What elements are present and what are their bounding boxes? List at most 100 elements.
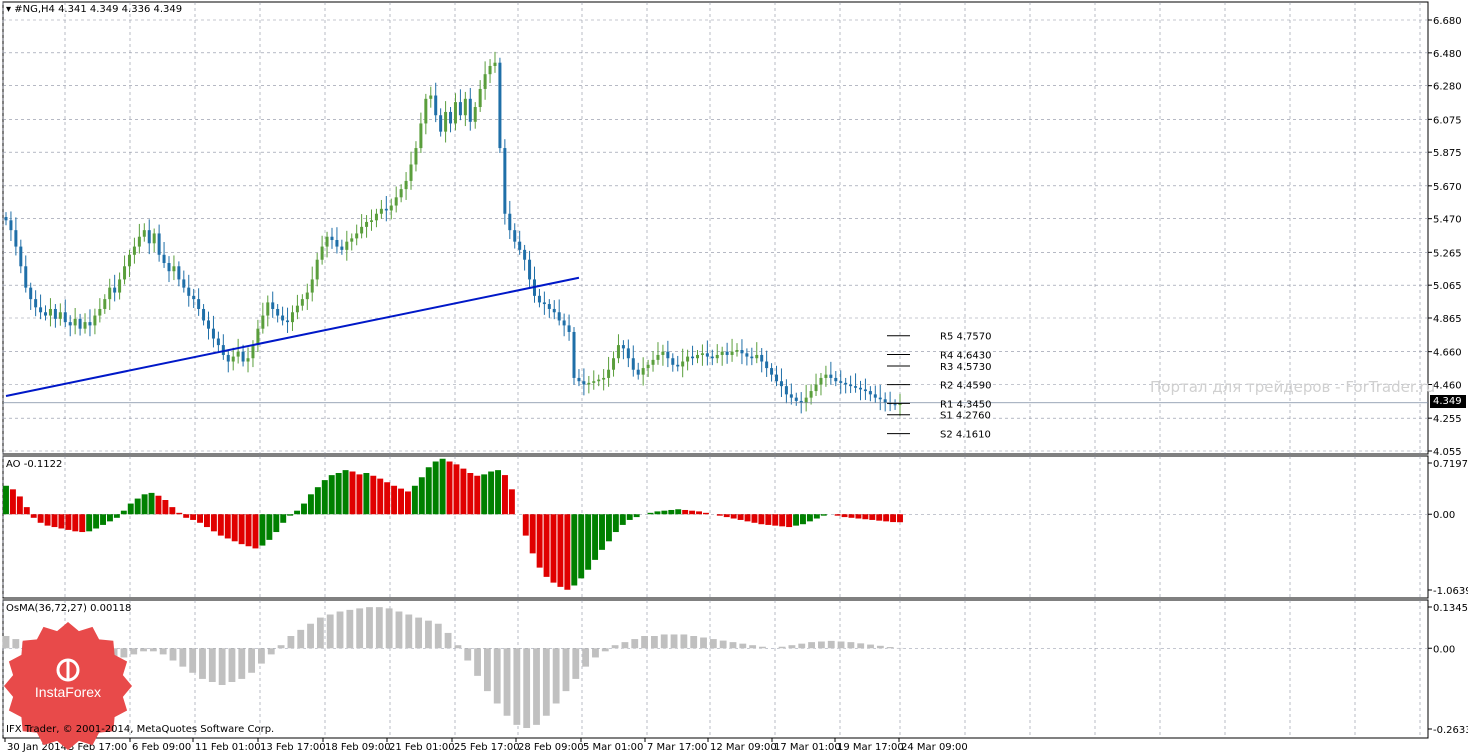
candle-body xyxy=(528,259,532,280)
candle-body xyxy=(261,315,265,329)
candle-body xyxy=(710,356,714,359)
candle-body xyxy=(389,205,393,211)
price-tick-label: 4.460 xyxy=(1433,381,1462,392)
candle-body xyxy=(582,381,586,385)
candle-body xyxy=(725,351,729,355)
candle-body xyxy=(740,350,744,354)
candle-body xyxy=(592,381,596,383)
candle-body xyxy=(246,358,250,362)
candle-body xyxy=(676,364,680,367)
candle-body xyxy=(868,391,872,395)
candle-body xyxy=(858,387,862,390)
candle-body xyxy=(315,259,319,280)
candle-body xyxy=(775,374,779,382)
ao-axis-label: -1.0639 xyxy=(1433,586,1468,597)
candle-body xyxy=(587,382,591,385)
price-tick-label: 5.265 xyxy=(1433,248,1462,259)
price-tick-label: 6.075 xyxy=(1433,115,1462,126)
candle-body xyxy=(295,305,299,313)
candle-body xyxy=(350,238,354,242)
pivot-level-label: R4 4.6430 xyxy=(940,350,991,361)
candle-body xyxy=(44,312,48,316)
candle-body xyxy=(829,374,833,378)
candle-body xyxy=(345,241,349,250)
candle-body xyxy=(310,279,314,293)
time-axis-label: 17 Mar 01:00 xyxy=(774,742,841,753)
candle-body xyxy=(281,315,285,321)
candle-body xyxy=(439,115,443,132)
chart-canvas: 6.680 6.480 6.280 6.075 5.875 5.670 5.470 5.265… xyxy=(2,1,1468,753)
candle-body xyxy=(118,279,122,293)
candle-body xyxy=(370,220,374,222)
candle-body xyxy=(552,308,556,313)
time-axis-label: 19 Mar 17:00 xyxy=(837,742,904,753)
candle-body xyxy=(266,302,270,316)
candle-body xyxy=(271,302,275,309)
candle-body xyxy=(290,312,294,323)
price-tick-label: 4.865 xyxy=(1433,314,1462,325)
candle-body xyxy=(873,394,877,398)
candle-body xyxy=(577,377,581,382)
candle-body xyxy=(631,358,635,370)
candle-body xyxy=(108,287,112,300)
candle-body xyxy=(863,389,867,392)
candle-body xyxy=(157,233,161,255)
candle-body xyxy=(236,351,240,357)
candle-body xyxy=(720,351,724,355)
candle-body xyxy=(449,111,453,124)
candle-body xyxy=(365,221,369,227)
osma-axis-label: 0.00 xyxy=(1433,644,1455,655)
candle-body xyxy=(207,320,211,329)
candle-body xyxy=(132,246,136,255)
candle-body xyxy=(844,382,848,385)
candle-body xyxy=(48,308,52,316)
candle-body xyxy=(211,328,215,339)
main-chart-title: ▾ #NG,H4 4.341 4.349 4.336 4.349 xyxy=(6,4,183,15)
candle-body xyxy=(641,368,645,375)
candle-body xyxy=(562,320,566,326)
candle-body xyxy=(824,374,828,378)
time-axis-label: 21 Feb 01:00 xyxy=(389,742,455,753)
candle-body xyxy=(537,295,541,303)
candle-body xyxy=(286,320,290,323)
candle-body xyxy=(142,230,146,237)
candle-body xyxy=(399,189,403,198)
candle-body xyxy=(814,384,818,392)
candle-body xyxy=(177,266,181,280)
candle-body xyxy=(671,358,675,365)
menu-triangle-icon[interactable]: ▾ xyxy=(6,4,11,15)
watermark-text: Портал для трейдеров - ForTrader.ru xyxy=(1150,378,1436,396)
osma-axis-label: -0.2633 xyxy=(1433,725,1468,736)
candle-body xyxy=(656,354,660,360)
candle-body xyxy=(755,354,759,359)
candle-body xyxy=(231,356,235,362)
candle-body xyxy=(784,386,788,395)
pivot-level-label: R1 4.3450 xyxy=(940,399,991,410)
candle-body xyxy=(98,308,102,316)
price-tick-label: 4.660 xyxy=(1433,348,1462,359)
candle-body xyxy=(730,351,734,355)
candle-body xyxy=(770,368,774,375)
candle-body xyxy=(883,399,887,403)
candle-body xyxy=(488,65,492,75)
osma-indicator-title: OsMA(36,72,27) 0.00118 xyxy=(6,603,132,614)
candle-body xyxy=(182,279,186,288)
candle-body xyxy=(152,233,156,244)
candle-body xyxy=(735,350,739,352)
candle-body xyxy=(147,230,151,244)
pivot-level-label: R2 4.4590 xyxy=(940,381,991,392)
candle-body xyxy=(379,208,383,214)
candle-body xyxy=(458,102,462,116)
candle-body xyxy=(19,246,23,267)
candle-body xyxy=(523,249,527,260)
candle-body xyxy=(691,356,695,359)
time-axis-label: 7 Mar 17:00 xyxy=(647,742,707,753)
candle-body xyxy=(34,299,38,308)
candle-body xyxy=(4,217,8,221)
candle-body xyxy=(478,88,482,108)
candle-body xyxy=(789,394,793,398)
candle-body xyxy=(686,356,690,362)
copyright-text: IFX Trader, © 2001-2014, MetaQuotes Soft… xyxy=(6,724,275,735)
candle-body xyxy=(325,236,329,247)
candle-body xyxy=(572,331,576,378)
